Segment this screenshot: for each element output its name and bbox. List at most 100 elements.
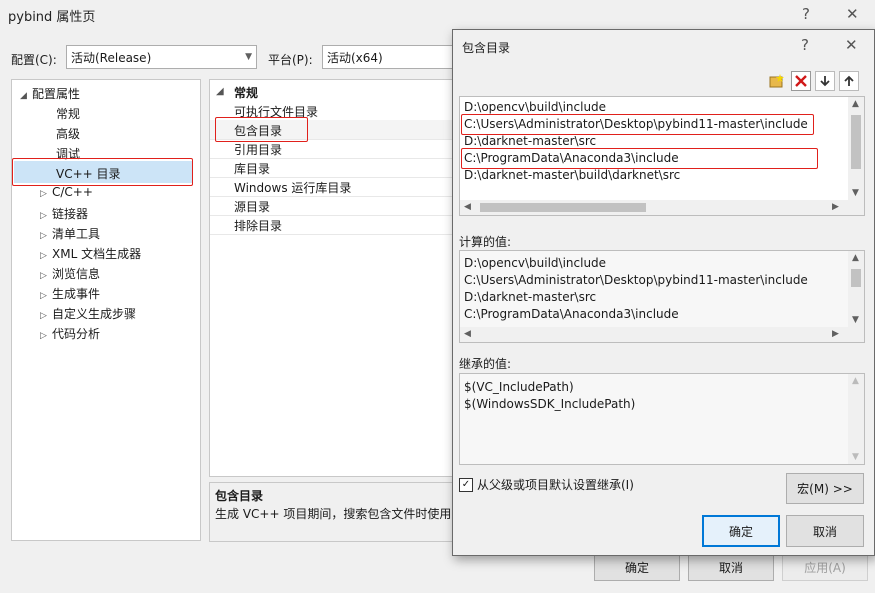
description-text: 生成 VC++ 项目期间，搜索包含文件时使用的: [215, 507, 458, 521]
dialog-ok-button[interactable]: 确定: [702, 515, 780, 547]
expand-icon: ▷: [40, 251, 47, 261]
tree-root[interactable]: ◢ 配置属性: [20, 85, 80, 102]
grid-row-label: 源目录: [234, 200, 271, 214]
tree-item-linker[interactable]: ▷ 链接器: [40, 205, 88, 222]
scroll-up-icon[interactable]: ▲: [852, 99, 859, 109]
inherit-checkbox-label: 从父级或项目默认设置继承(I): [477, 478, 634, 492]
grid-row-source[interactable]: 源目录: [210, 196, 458, 216]
expand-icon: ▷: [40, 271, 47, 281]
scroll-up-icon[interactable]: ▲: [852, 376, 859, 386]
tree-item-cpp-label: C/C++: [52, 185, 93, 199]
grid-row-library[interactable]: 库目录: [210, 158, 458, 178]
dialog-close-button[interactable]: ✕: [845, 36, 858, 54]
collapse-icon: ◢: [20, 91, 27, 101]
move-down-icon[interactable]: [815, 71, 835, 91]
include-dialog: 包含目录 ? ✕ D:\opencv\build\include C:\User…: [452, 29, 875, 556]
config-select[interactable]: 活动(Release) ▼: [66, 45, 257, 69]
tree-item-advanced[interactable]: 高级: [56, 125, 80, 142]
scroll-right-icon[interactable]: ▶: [832, 329, 839, 339]
computed-horizontal-scrollbar[interactable]: ◀ ▶: [460, 327, 864, 342]
scroll-down-icon[interactable]: ▼: [852, 188, 859, 198]
config-value: 活动(Release): [71, 50, 152, 65]
grid-row-label: 排除目录: [234, 219, 283, 233]
collapse-icon: ◢: [216, 86, 224, 97]
expand-icon: ▷: [40, 231, 47, 241]
scroll-left-icon[interactable]: ◀: [464, 202, 471, 212]
highlight-anaconda-entry: [461, 148, 818, 169]
ok-button[interactable]: 确定: [594, 553, 680, 581]
tree-item-custom-build-label: 自定义生成步骤: [52, 307, 137, 321]
computed-label: 计算的值:: [459, 235, 512, 249]
scroll-right-icon[interactable]: ▶: [832, 202, 839, 212]
property-tree: ◢ 配置属性 常规 高级 调试 VC++ 目录 ▷ C/C++ ▷ 链接器 ▷ 清单工具…: [11, 79, 201, 541]
highlight-vc-directories: [12, 158, 193, 186]
inherited-values: $(VC_IncludePath) $(WindowsSDK_IncludePa…: [459, 373, 865, 465]
expand-icon: ▷: [40, 211, 47, 221]
expand-icon: ▷: [40, 331, 47, 341]
apply-button[interactable]: 应用(A): [782, 553, 868, 581]
new-line-icon[interactable]: [767, 71, 787, 91]
tree-item-custom-build[interactable]: ▷ 自定义生成步骤: [40, 305, 136, 322]
entries-horizontal-scrollbar[interactable]: ◀ ▶: [460, 200, 864, 215]
computed-line: D:\darknet-master\src: [464, 290, 597, 304]
entry-line[interactable]: D:\darknet-master\src: [464, 134, 596, 148]
window-title: pybind 属性页: [8, 10, 96, 25]
inherited-label: 继承的值:: [459, 357, 512, 371]
dialog-cancel-button[interactable]: 取消: [786, 515, 864, 547]
platform-select[interactable]: 活动(x64): [322, 45, 457, 69]
computed-line: D:\opencv\build\include: [464, 256, 607, 270]
expand-icon: ▷: [40, 291, 47, 301]
tree-item-xml-label: XML 文档生成器: [52, 247, 142, 261]
tree-item-manifest-label: 清单工具: [52, 227, 101, 241]
description-panel: 包含目录 生成 VC++ 项目期间，搜索包含文件时使用的: [209, 482, 459, 542]
scroll-down-icon[interactable]: ▼: [852, 452, 859, 462]
inherited-line: $(WindowsSDK_IncludePath): [464, 397, 636, 411]
scroll-thumb[interactable]: [851, 269, 861, 287]
grid-row-label: Windows 运行库目录: [234, 181, 352, 195]
cancel-button[interactable]: 取消: [688, 553, 774, 581]
tree-item-code-analysis-label: 代码分析: [52, 327, 101, 341]
move-up-icon[interactable]: [839, 71, 859, 91]
platform-value: 活动(x64): [327, 50, 383, 65]
expand-icon: ▷: [40, 311, 47, 321]
entry-line[interactable]: D:\opencv\build\include: [464, 100, 606, 114]
expand-icon: ▷: [40, 189, 47, 199]
description-title: 包含目录: [215, 489, 264, 503]
help-button[interactable]: ?: [802, 5, 810, 23]
scroll-thumb[interactable]: [851, 115, 861, 169]
computed-line: C:\ProgramData\Anaconda3\include: [464, 307, 679, 321]
tree-item-browse[interactable]: ▷ 浏览信息: [40, 265, 100, 282]
grid-section-general[interactable]: ◢ 常规: [210, 82, 458, 101]
grid-row-winrt[interactable]: Windows 运行库目录: [210, 177, 458, 197]
entries-vertical-scrollbar[interactable]: ▲ ▼: [848, 97, 864, 200]
macro-button[interactable]: 宏(M) >>: [786, 473, 864, 504]
scroll-up-icon[interactable]: ▲: [852, 253, 859, 263]
scroll-left-icon[interactable]: ◀: [464, 329, 471, 339]
computed-values: D:\opencv\build\include C:\Users\Adminis…: [459, 250, 865, 343]
close-button[interactable]: ✕: [846, 5, 859, 23]
tree-item-manifest[interactable]: ▷ 清单工具: [40, 225, 100, 242]
inherit-checkbox[interactable]: ✓ 从父级或项目默认设置继承(I): [459, 476, 634, 493]
entry-line[interactable]: D:\darknet-master\build\darknet\src: [464, 168, 680, 182]
highlight-pybind-entry: [461, 114, 814, 135]
tree-item-build-events[interactable]: ▷ 生成事件: [40, 285, 100, 302]
grid-row-reference[interactable]: 引用目录: [210, 139, 458, 159]
tree-item-xml[interactable]: ▷ XML 文档生成器: [40, 245, 141, 262]
inherited-vertical-scrollbar[interactable]: ▲ ▼: [848, 374, 864, 464]
scroll-down-icon[interactable]: ▼: [852, 315, 859, 325]
tree-item-code-analysis[interactable]: ▷ 代码分析: [40, 325, 100, 342]
grid-row-exclude[interactable]: 排除目录: [210, 215, 458, 235]
tree-item-browse-label: 浏览信息: [52, 267, 101, 281]
tree-item-cpp[interactable]: ▷ C/C++: [40, 185, 93, 199]
computed-vertical-scrollbar[interactable]: ▲ ▼: [848, 251, 864, 327]
platform-label: 平台(P):: [268, 53, 313, 67]
tree-root-label: 配置属性: [32, 87, 81, 101]
config-label: 配置(C):: [11, 53, 57, 67]
scroll-thumb[interactable]: [480, 203, 646, 212]
chevron-down-icon: ▼: [245, 52, 252, 62]
delete-icon[interactable]: [791, 71, 811, 91]
grid-section-label: 常规: [234, 86, 259, 100]
dialog-help-button[interactable]: ?: [801, 36, 809, 54]
grid-row-label: 引用目录: [234, 143, 283, 157]
tree-item-general[interactable]: 常规: [56, 105, 80, 122]
